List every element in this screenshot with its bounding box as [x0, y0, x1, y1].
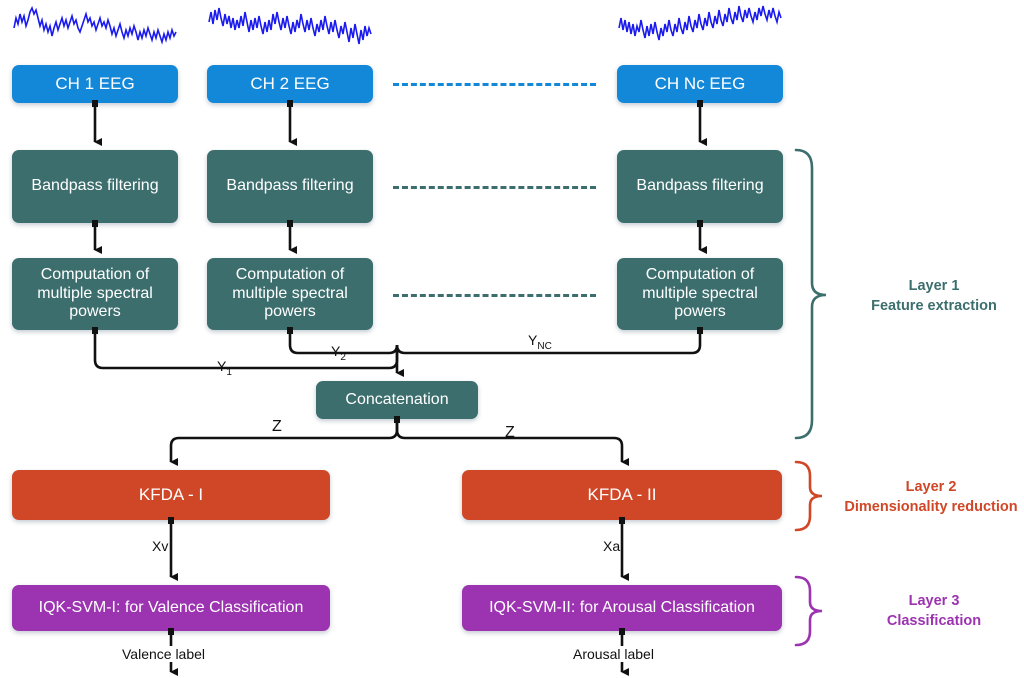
ellipsis-dash-spectral: [393, 294, 596, 297]
concatenation-label: Concatenation: [345, 390, 449, 408]
eeg-waveform-ch2: [208, 7, 372, 45]
edge-label-z-right: Z: [505, 424, 515, 441]
edge-label-y1-base: Y: [217, 358, 227, 374]
layer-label-2: Layer 2 Dimensionality reduction: [838, 478, 1024, 517]
kfda-box-1[interactable]: KFDA - I: [12, 470, 330, 520]
edge-label-xa: Xa: [603, 538, 621, 554]
layer-1-line2: Feature extraction: [871, 297, 997, 314]
bandpass-label: Bandpass filtering: [31, 177, 159, 195]
layer-label-3: Layer 3 Classification: [848, 592, 1020, 631]
classifier-label: IQK-SVM-II: for Arousal Classification: [489, 598, 755, 616]
edge-label-y1-sub: 1: [226, 366, 232, 378]
edge-label-ync-sub: NC: [537, 340, 552, 352]
classifier-box-valence[interactable]: IQK-SVM-I: for Valence Classification: [12, 585, 330, 631]
edge-label-ync-base: Y: [528, 332, 538, 348]
ellipsis-dash-bandpass: [393, 186, 596, 189]
layer-label-1: Layer 1 Feature extraction: [848, 277, 1020, 316]
classifier-box-arousal[interactable]: IQK-SVM-II: for Arousal Classification: [462, 585, 782, 631]
layer-3-line2: Classification: [886, 612, 982, 629]
layer-1-line1: Layer 1: [908, 278, 960, 294]
eeg-waveform-ch1: [13, 5, 177, 45]
edge-label-ync: YNC: [528, 332, 552, 352]
spectral-label-line2: multiple spectral: [642, 284, 758, 302]
spectral-box-ch2[interactable]: Computation of multiple spectral powers: [207, 258, 373, 330]
spectral-label-line3: powers: [264, 303, 316, 321]
channel-label: CH Nc EEG: [654, 73, 746, 93]
eeg-waveform-chnc: [618, 5, 782, 41]
ellipsis-dash-channels: [393, 83, 596, 86]
channel-label: CH 1 EEG: [55, 73, 135, 93]
spectral-label-line1: Computation of: [645, 265, 755, 283]
edge-label-xv: Xv: [152, 538, 169, 554]
spectral-label-line3: powers: [674, 303, 726, 321]
channel-box-ch2[interactable]: CH 2 EEG: [207, 65, 373, 103]
classifier-label: IQK-SVM-I: for Valence Classification: [38, 598, 304, 616]
edge-label-y2-sub: 2: [340, 351, 346, 363]
spectral-label-line1: Computation of: [40, 265, 150, 283]
edge-label-z-left: Z: [272, 418, 282, 435]
spectral-box-ch1[interactable]: Computation of multiple spectral powers: [12, 258, 178, 330]
layer-2-line2: Dimensionality reduction: [844, 498, 1018, 515]
bandpass-label: Bandpass filtering: [636, 177, 764, 195]
spectral-label-line2: multiple spectral: [232, 284, 348, 302]
bandpass-box-ch2[interactable]: Bandpass filtering: [207, 150, 373, 223]
spectral-label-line2: multiple spectral: [37, 284, 153, 302]
bandpass-label: Bandpass filtering: [226, 177, 354, 195]
concatenation-box[interactable]: Concatenation: [316, 381, 478, 419]
kfda-label: KFDA - I: [138, 484, 204, 504]
edge-label-y2: Y2: [331, 343, 346, 363]
kfda-label: KFDA - II: [587, 484, 657, 504]
spectral-box-chnc[interactable]: Computation of multiple spectral powers: [617, 258, 783, 330]
edge-label-y2-base: Y: [331, 343, 341, 359]
channel-box-chnc[interactable]: CH Nc EEG: [617, 65, 783, 103]
kfda-box-2[interactable]: KFDA - II: [462, 470, 782, 520]
spectral-label-line3: powers: [69, 303, 121, 321]
layer-3-line1: Layer 3: [908, 593, 960, 609]
edge-label-y1: Y1: [217, 358, 232, 378]
diagram-canvas: CH 1 EEG CH 2 EEG CH Nc EEG Bandpass fil…: [0, 0, 1024, 678]
spectral-label-line1: Computation of: [235, 265, 345, 283]
bandpass-box-chnc[interactable]: Bandpass filtering: [617, 150, 783, 223]
channel-label: CH 2 EEG: [250, 73, 330, 93]
output-label-valence: Valence label: [118, 646, 210, 662]
bandpass-box-ch1[interactable]: Bandpass filtering: [12, 150, 178, 223]
channel-box-ch1[interactable]: CH 1 EEG: [12, 65, 178, 103]
layer-2-line1: Layer 2: [905, 479, 957, 495]
output-label-arousal: Arousal label: [569, 646, 658, 662]
